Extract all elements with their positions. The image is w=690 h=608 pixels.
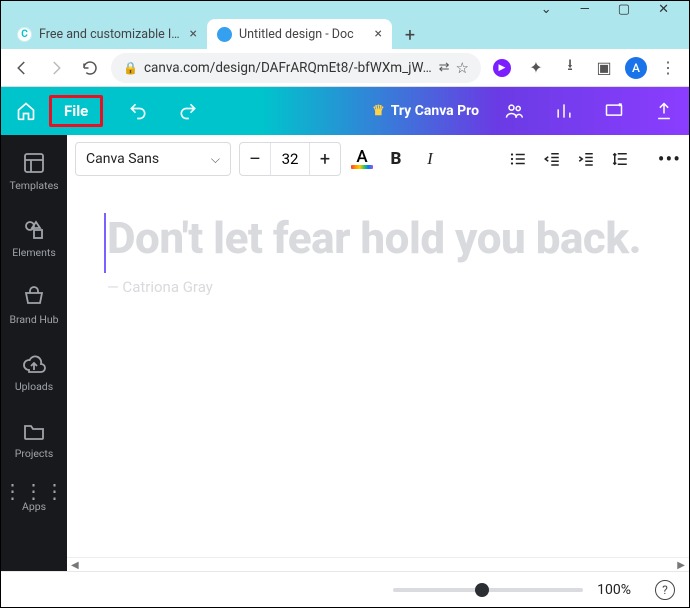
lock-icon: 🔒 <box>123 61 138 75</box>
tab-label-1: Untitled design - Doc <box>239 27 368 42</box>
more-options-button[interactable]: ••• <box>658 147 681 171</box>
browser-tab-0[interactable]: C Free and customizable Instag × <box>7 19 207 49</box>
window-dropdown-icon[interactable]: ⌄ <box>541 3 552 16</box>
url-text: canva.com/design/DAFrARQmEt8/-bfWXm_jW… <box>144 60 433 76</box>
sidebar-item-label: Uploads <box>15 380 53 393</box>
play-extension-icon[interactable]: ▶ <box>489 55 515 81</box>
tab-favicon-0: C <box>17 27 32 42</box>
sidebar-item-projects[interactable]: Projects <box>1 413 67 466</box>
apps-grid-icon: ⋮⋮⋮ <box>3 486 66 496</box>
browser-tab-1[interactable]: Untitled design - Doc × <box>207 19 392 49</box>
font-size-stepper: – 32 + <box>239 142 341 176</box>
sidebar-item-brand-hub[interactable]: Brand Hub <box>1 279 67 332</box>
font-family-value: Canva Sans <box>86 151 159 167</box>
side-panel-icon[interactable]: ▣ <box>591 55 617 81</box>
zoom-slider-thumb[interactable] <box>475 583 489 597</box>
text-color-button[interactable]: A <box>349 149 375 169</box>
bookmark-star-icon[interactable]: ☆ <box>456 59 469 77</box>
tab-close-0[interactable]: × <box>190 26 197 42</box>
editor-footer: 100% ? <box>1 571 689 607</box>
analytics-icon[interactable] <box>549 101 579 121</box>
document-canvas[interactable]: Don't let fear hold you back. — Catriona… <box>67 183 689 557</box>
nav-forward-button[interactable] <box>43 55 69 81</box>
text-color-swatch <box>351 165 373 169</box>
italic-button[interactable]: I <box>417 146 443 172</box>
tab-close-1[interactable]: × <box>375 26 382 42</box>
outdent-button[interactable] <box>539 146 565 172</box>
file-menu-button[interactable]: File <box>49 95 103 127</box>
editor-sidebar: Templates Elements Brand Hub Uploads Pro… <box>1 135 67 571</box>
sidebar-item-apps[interactable]: ⋮⋮⋮ Apps <box>1 480 67 519</box>
sidebar-item-label: Apps <box>22 500 46 513</box>
undo-button[interactable] <box>123 101 153 121</box>
tab-label-0: Free and customizable Instag <box>39 27 183 42</box>
scroll-left-icon[interactable]: ◀ <box>71 560 79 571</box>
text-toolbar: Canva Sans ⌵ – 32 + A B I ••• <box>67 135 689 183</box>
placeholder-attribution[interactable]: — Catriona Gray <box>107 278 649 296</box>
bold-button[interactable]: B <box>383 146 409 172</box>
text-color-A: A <box>356 149 367 165</box>
redo-button[interactable] <box>173 101 203 121</box>
font-size-value[interactable]: 32 <box>270 143 310 175</box>
profile-avatar[interactable]: A <box>625 57 647 79</box>
help-button[interactable]: ? <box>655 580 675 600</box>
canva-topbar: File ♛ Try Canva Pro <box>1 87 689 135</box>
sidebar-item-label: Elements <box>12 246 56 259</box>
download-icon[interactable]: ⭳ <box>557 55 583 81</box>
text-cursor <box>104 213 106 273</box>
window-maximize-icon[interactable]: ▢ <box>618 3 630 16</box>
new-tab-button[interactable]: + <box>396 21 424 49</box>
collaborate-icon[interactable] <box>499 101 529 121</box>
browser-menu-icon[interactable]: ⋮ <box>655 55 681 81</box>
nav-reload-button[interactable] <box>77 55 103 81</box>
sidebar-item-templates[interactable]: Templates <box>1 145 67 198</box>
font-size-decrease[interactable]: – <box>240 143 270 175</box>
try-pro-button[interactable]: ♛ Try Canva Pro <box>372 103 479 119</box>
window-titlebar: ⌄ — ▢ ✕ <box>1 1 689 17</box>
zoom-slider[interactable] <box>393 588 583 592</box>
present-icon[interactable] <box>599 101 629 121</box>
font-family-select[interactable]: Canva Sans ⌵ <box>75 142 231 176</box>
placeholder-quote[interactable]: Don't let fear hold you back. <box>107 213 649 264</box>
zoom-value[interactable]: 100% <box>597 582 631 598</box>
crown-icon: ♛ <box>372 103 385 119</box>
extensions-icon[interactable]: ✦ <box>523 55 549 81</box>
sidebar-item-label: Templates <box>9 179 58 192</box>
sidebar-item-elements[interactable]: Elements <box>1 212 67 265</box>
editor-area: Canva Sans ⌵ – 32 + A B I ••• <box>67 135 689 571</box>
page[interactable]: Don't let fear hold you back. — Catriona… <box>67 183 689 557</box>
tab-favicon-1 <box>217 27 232 42</box>
sidebar-item-uploads[interactable]: Uploads <box>1 346 67 399</box>
home-icon[interactable] <box>11 96 41 126</box>
translate-icon[interactable]: ⇄ <box>439 60 450 75</box>
window-close-icon[interactable]: ✕ <box>658 3 669 16</box>
sidebar-item-label: Projects <box>15 447 54 460</box>
indent-button[interactable] <box>573 146 599 172</box>
browser-tabstrip: C Free and customizable Instag × Untitle… <box>1 17 689 49</box>
address-bar[interactable]: 🔒 canva.com/design/DAFrARQmEt8/-bfWXm_jW… <box>111 53 481 83</box>
font-size-increase[interactable]: + <box>310 143 340 175</box>
chevron-down-icon: ⌵ <box>211 152 220 167</box>
sidebar-item-label: Brand Hub <box>9 313 58 326</box>
browser-toolbar: 🔒 canva.com/design/DAFrARQmEt8/-bfWXm_jW… <box>1 49 689 87</box>
spacing-button[interactable] <box>607 146 633 172</box>
window-minimize-icon[interactable]: — <box>580 3 590 16</box>
try-pro-label: Try Canva Pro <box>391 103 479 119</box>
nav-back-button[interactable] <box>9 55 35 81</box>
horizontal-scrollbar[interactable]: ◀ ▶ <box>67 557 689 571</box>
align-button[interactable] <box>471 146 497 172</box>
scroll-right-icon[interactable]: ▶ <box>677 560 685 571</box>
share-icon[interactable] <box>649 101 679 121</box>
list-button[interactable] <box>505 146 531 172</box>
